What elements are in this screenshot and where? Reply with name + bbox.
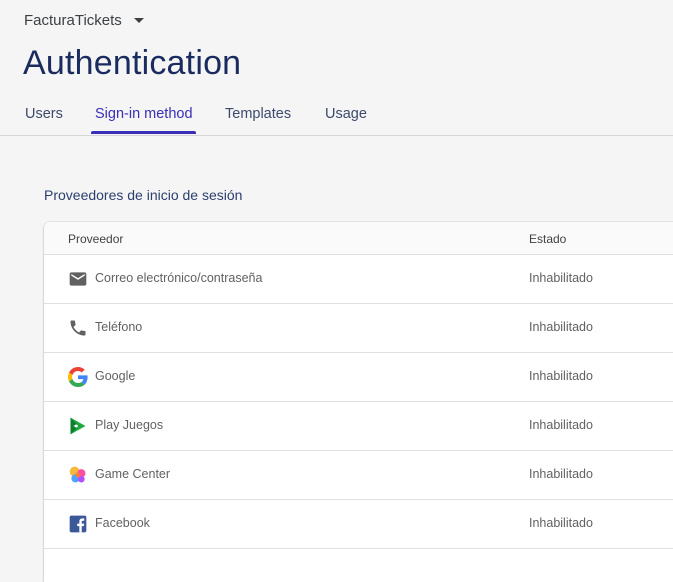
tab-templates[interactable]: Templates: [225, 106, 291, 132]
provider-status: Inhabilitado: [529, 271, 593, 285]
table-row[interactable]: Correo electrónico/contraseña Inhabilita…: [44, 255, 673, 304]
provider-name: Facebook: [95, 516, 150, 530]
provider-name: Game Center: [95, 467, 171, 481]
page-title: Authentication: [23, 44, 242, 82]
tab-sign-in-method[interactable]: Sign-in method: [95, 106, 193, 132]
play-games-icon: [68, 416, 88, 436]
table-row[interactable]: Google Inhabilitado: [44, 353, 673, 402]
project-name: FacturaTickets: [24, 12, 122, 29]
facebook-icon: [68, 514, 88, 534]
chevron-down-icon: [133, 18, 144, 23]
section-title: Proveedores de inicio de sesión: [44, 187, 243, 203]
table-row[interactable]: Facebook Inhabilitado: [44, 500, 673, 549]
email-icon: [68, 269, 88, 289]
tab-users[interactable]: Users: [25, 106, 63, 132]
table-row[interactable]: Teléfono Inhabilitado: [44, 304, 673, 353]
project-selector[interactable]: FacturaTickets: [24, 12, 144, 29]
table-row[interactable]: Play Juegos Inhabilitado: [44, 402, 673, 451]
provider-name: Correo electrónico/contraseña: [95, 271, 263, 285]
phone-icon: [68, 318, 88, 338]
provider-status: Inhabilitado: [529, 516, 593, 530]
column-header-status: Estado: [529, 232, 567, 246]
game-center-icon: [68, 465, 88, 485]
provider-status: Inhabilitado: [529, 418, 593, 432]
table-header: Proveedor Estado: [44, 222, 673, 255]
tab-usage[interactable]: Usage: [325, 106, 367, 132]
provider-name: Play Juegos: [95, 418, 164, 432]
provider-name: Teléfono: [95, 320, 143, 334]
active-tab-indicator: [91, 131, 196, 134]
provider-status: Inhabilitado: [529, 467, 593, 481]
column-header-provider: Proveedor: [68, 232, 124, 246]
google-icon: [68, 367, 88, 387]
providers-table: Proveedor Estado Correo electrónico/cont…: [44, 222, 673, 582]
provider-status: Inhabilitado: [529, 369, 593, 383]
table-row[interactable]: Game Center Inhabilitado: [44, 451, 673, 500]
tab-bar: Users Sign-in method Templates Usage: [0, 100, 673, 136]
provider-status: Inhabilitado: [529, 320, 593, 334]
provider-name: Google: [95, 369, 136, 383]
